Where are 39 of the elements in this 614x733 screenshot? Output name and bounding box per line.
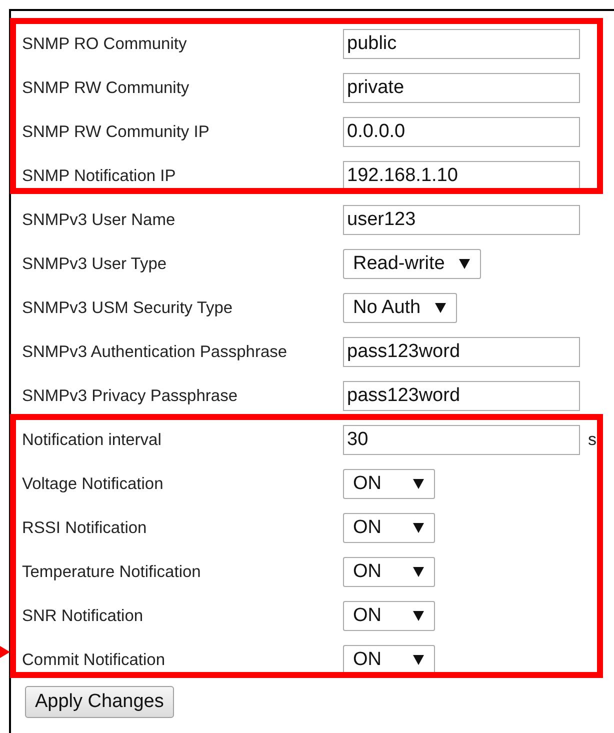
field-label: SNMP RW Community (21, 78, 190, 99)
caret-icon (434, 303, 446, 313)
caret-icon (413, 523, 424, 533)
field-label: Temperature Notification (21, 562, 202, 583)
caret-icon (413, 479, 424, 489)
field-label: SNMP RO Community (21, 34, 188, 55)
field-label: Commit Notification (21, 650, 166, 671)
field-label: SNMP Notification IP (21, 166, 177, 187)
dropdown[interactable]: ON (343, 513, 435, 543)
field-label: SNMP RW Community IP (21, 122, 210, 143)
input-field[interactable]: 30 (343, 425, 580, 455)
dropdown[interactable]: No Auth (343, 293, 457, 323)
caret-icon (413, 611, 424, 621)
input-field[interactable]: private (343, 73, 580, 103)
apply-button[interactable]: Apply Changes (25, 686, 174, 718)
field-label: RSSI Notification (21, 518, 148, 539)
unit-label: s (588, 429, 596, 452)
field-label: SNMPv3 User Name (21, 210, 176, 231)
dropdown[interactable]: ON (343, 469, 435, 499)
input-field[interactable]: 192.168.1.10 (343, 161, 580, 191)
caret-icon (413, 567, 424, 577)
caret-icon (458, 259, 470, 269)
field-label: SNMPv3 Authentication Passphrase (21, 342, 288, 363)
input-field[interactable]: user123 (343, 205, 580, 235)
field-label: Voltage Notification (21, 474, 164, 495)
input-field[interactable]: public (343, 29, 580, 59)
dropdown[interactable]: ON (343, 601, 435, 631)
dropdown[interactable]: ON (343, 645, 435, 675)
field-label: SNR Notification (21, 606, 144, 627)
field-label: SNMPv3 USM Security Type (21, 298, 234, 319)
field-label: SNMPv3 Privacy Passphrase (21, 386, 238, 407)
dropdown[interactable]: ON (343, 557, 435, 587)
dropdown[interactable]: Read-write (343, 249, 481, 279)
input-field[interactable]: pass123word (343, 381, 580, 411)
input-field[interactable]: pass123word (343, 337, 580, 367)
field-label: Notification interval (21, 430, 162, 451)
field-label: SNMPv3 User Type (21, 254, 168, 275)
input-field[interactable]: 0.0.0.0 (343, 117, 580, 147)
caret-icon (413, 655, 424, 665)
